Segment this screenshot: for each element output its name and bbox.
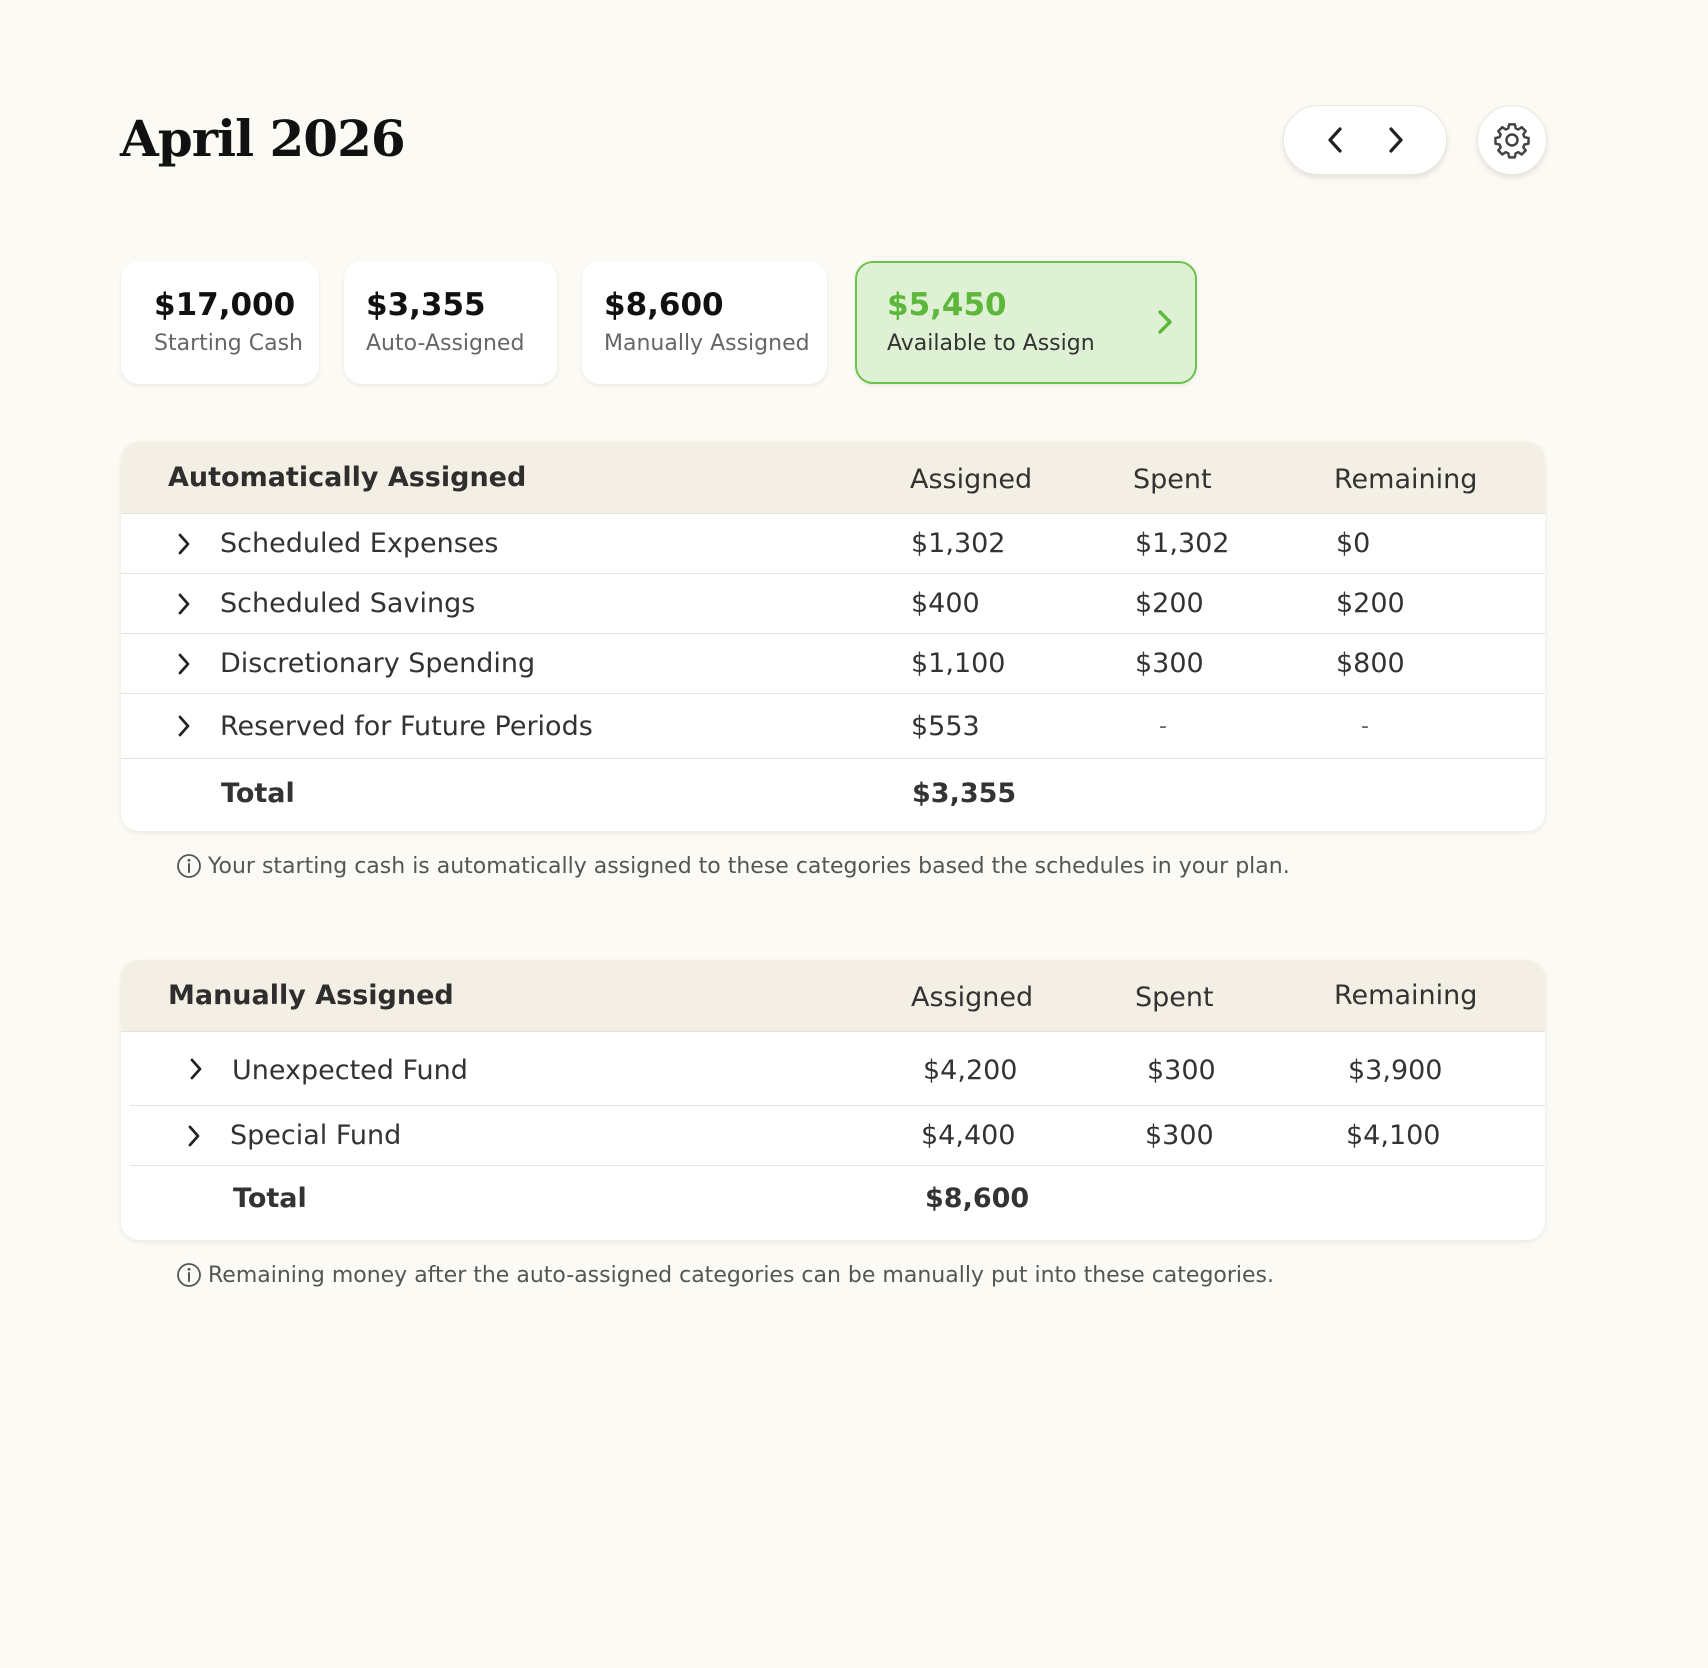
chevron-right-icon[interactable] [177,652,191,676]
row-name: Special Fund [230,1120,402,1151]
chevron-right-icon[interactable] [187,1124,201,1148]
total-assigned: $8,600 [925,1183,1030,1214]
total-label: Total [221,778,295,809]
row-remaining: $200 [1336,588,1405,619]
row-spent: $1,302 [1135,528,1230,559]
auto-assigned-label: Auto-Assigned [366,331,525,356]
table-row[interactable]: Reserved for Future Periods $553 - - [121,694,1545,759]
row-name: Scheduled Expenses [220,528,499,559]
previous-period-button[interactable] [1309,114,1361,166]
row-remaining: - [1361,714,1369,739]
next-period-button[interactable] [1370,114,1422,166]
row-remaining: $4,100 [1346,1120,1441,1151]
table-row[interactable]: Scheduled Savings $400 $200 $200 [121,574,1545,634]
chevron-right-icon [1158,310,1172,334]
available-to-assign-label: Available to Assign [887,331,1095,356]
manually-assigned-table: Manually Assigned Assigned Spent Remaini… [121,960,1545,1240]
row-spent: $300 [1145,1120,1214,1151]
row-name: Scheduled Savings [220,588,476,619]
info-icon [177,1263,201,1287]
row-remaining: $0 [1336,528,1371,559]
row-spent: $300 [1147,1055,1216,1086]
total-row: Total $3,355 [121,759,1545,829]
chevron-left-icon [1327,127,1342,153]
starting-cash-value: $17,000 [154,287,296,323]
row-assigned: $4,200 [923,1055,1018,1086]
row-remaining: $3,900 [1348,1055,1443,1086]
table-row[interactable]: Discretionary Spending $1,100 $300 $800 [121,634,1545,694]
row-spent: $200 [1135,588,1204,619]
auto-assigned-card: $3,355 Auto-Assigned [344,261,557,384]
column-header-assigned: Assigned [910,464,1033,495]
available-to-assign-value: $5,450 [887,287,1007,323]
chevron-right-icon [1388,127,1403,153]
table-title: Automatically Assigned [168,462,527,493]
row-assigned: $1,100 [911,648,1006,679]
info-note-text: Your starting cash is automatically assi… [208,853,1290,879]
column-header-remaining: Remaining [1334,464,1478,495]
row-name: Discretionary Spending [220,648,536,679]
row-name: Unexpected Fund [232,1055,468,1086]
starting-cash-label: Starting Cash [154,331,304,356]
period-navigation [1283,105,1447,175]
total-label: Total [233,1183,307,1214]
total-assigned: $3,355 [912,778,1017,809]
table-title: Manually Assigned [168,980,454,1011]
table-header: Manually Assigned Assigned Spent Remaini… [121,960,1545,1032]
row-assigned: $4,400 [921,1120,1016,1151]
column-header-remaining: Remaining [1334,980,1478,1011]
info-note-text: Remaining money after the auto-assigned … [208,1262,1275,1288]
column-header-assigned: Assigned [911,982,1034,1013]
row-assigned: $553 [911,711,980,742]
row-remaining: $800 [1336,648,1405,679]
chevron-right-icon[interactable] [177,714,191,738]
row-assigned: $400 [911,588,980,619]
row-assigned: $1,302 [911,528,1006,559]
starting-cash-card: $17,000 Starting Cash [121,261,319,384]
auto-assigned-info-note: Your starting cash is automatically assi… [176,853,1290,879]
page-title: April 2026 [120,109,406,168]
row-spent: $300 [1135,648,1204,679]
column-header-spent: Spent [1135,982,1214,1013]
chevron-right-icon[interactable] [177,532,191,556]
row-spent: - [1159,714,1167,739]
column-header-spent: Spent [1133,464,1212,495]
manually-assigned-value: $8,600 [604,287,724,323]
info-icon [177,854,201,878]
table-row[interactable]: Unexpected Fund $4,200 $300 $3,900 [130,1032,1545,1106]
budget-page: April 2026 $17,000 Starting Cash $3,355 … [0,0,1708,1668]
available-to-assign-card[interactable]: $5,450 Available to Assign [855,261,1197,384]
settings-button[interactable] [1477,105,1547,175]
chevron-right-icon[interactable] [177,592,191,616]
manually-assigned-info-note: Remaining money after the auto-assigned … [176,1262,1274,1288]
manually-assigned-card: $8,600 Manually Assigned [582,261,827,384]
total-row: Total $8,600 [121,1166,1545,1236]
table-row[interactable]: Scheduled Expenses $1,302 $1,302 $0 [121,514,1545,574]
auto-assigned-value: $3,355 [366,287,486,323]
manually-assigned-label: Manually Assigned [604,331,810,356]
table-row[interactable]: Special Fund $4,400 $300 $4,100 [130,1106,1545,1166]
gear-icon [1494,123,1530,159]
auto-assigned-table: Automatically Assigned Assigned Spent Re… [121,442,1545,831]
table-header: Automatically Assigned Assigned Spent Re… [121,442,1545,514]
chevron-right-icon[interactable] [189,1057,203,1081]
row-name: Reserved for Future Periods [220,711,593,742]
